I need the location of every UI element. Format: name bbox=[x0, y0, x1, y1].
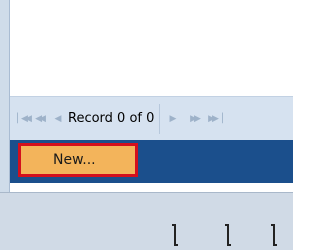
record-counter: Record 0 of 0 bbox=[68, 111, 155, 126]
previous-page-icon[interactable]: ◀◀ bbox=[32, 112, 46, 126]
last-record-icon[interactable]: ▶▶▕ bbox=[206, 112, 223, 126]
form-content-area bbox=[10, 0, 293, 96]
previous-record-icon[interactable]: ◀ bbox=[53, 112, 63, 126]
divider bbox=[0, 192, 293, 193]
next-page-icon[interactable]: ▶▶ bbox=[187, 112, 201, 126]
left-border bbox=[0, 0, 10, 192]
nav-divider bbox=[159, 104, 160, 134]
column-marker-icon bbox=[172, 224, 178, 246]
column-header-area bbox=[0, 192, 293, 250]
column-marker-icon bbox=[271, 224, 277, 246]
record-navigation-bar: ▏◀◀ ◀◀ ◀ Record 0 of 0 ▶ ▶▶ ▶▶▕ bbox=[10, 96, 293, 141]
first-record-icon[interactable]: ▏◀◀ bbox=[16, 112, 32, 126]
column-marker-icon bbox=[225, 224, 231, 246]
new-button[interactable]: New... bbox=[18, 143, 138, 177]
next-record-icon[interactable]: ▶ bbox=[168, 112, 178, 126]
